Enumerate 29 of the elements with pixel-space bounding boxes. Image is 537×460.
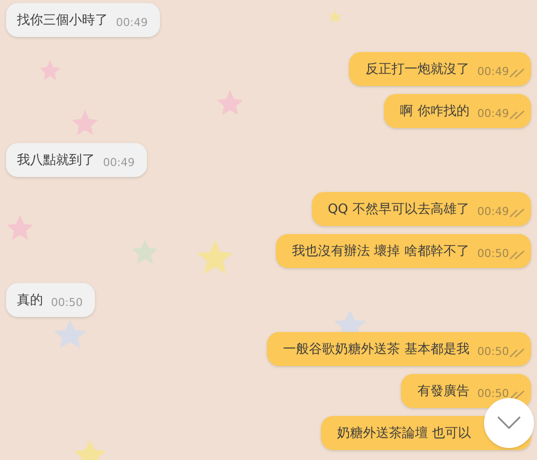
message-text: 我八點就到了 <box>17 152 95 170</box>
star-icon <box>217 90 243 115</box>
star-icon <box>328 10 342 23</box>
message-text: 啊 你咋找的 <box>400 103 470 121</box>
message-time: 00:50 <box>51 295 83 311</box>
message-text: 反正打一炮就沒了 <box>365 61 470 79</box>
message-time: 00:49 <box>477 204 509 220</box>
message-time: 00:49 <box>103 155 135 171</box>
star-icon <box>54 320 86 348</box>
chevron-down-icon <box>497 416 521 430</box>
message-time: 00:49 <box>477 64 509 80</box>
star-icon <box>40 60 60 80</box>
star-icon <box>7 215 33 240</box>
star-icon <box>74 440 106 460</box>
message-text: 奶糖外送茶論壇 也可以 <box>336 425 471 443</box>
message-text: QQ 不然早可以去高雄了 <box>328 201 470 219</box>
message-time: 00:50 <box>477 386 509 402</box>
message-time: 00:50 <box>477 344 509 360</box>
star-icon <box>132 240 158 264</box>
message-time: 00:50 <box>477 246 509 262</box>
star-icon <box>72 110 98 135</box>
message-text: 一般谷歌奶糖外送茶 基本都是我 <box>283 341 470 359</box>
message-time: 00:49 <box>116 15 148 31</box>
message-text: 找你三個小時了 <box>17 12 108 30</box>
star-icon <box>197 240 233 274</box>
message-text: 有發廣告 <box>417 383 470 401</box>
message-text: 真的 <box>17 292 43 310</box>
message-text: 我也沒有辦法 壞掉 啥都幹不了 <box>292 243 470 261</box>
message-time: 00:49 <box>477 106 509 122</box>
